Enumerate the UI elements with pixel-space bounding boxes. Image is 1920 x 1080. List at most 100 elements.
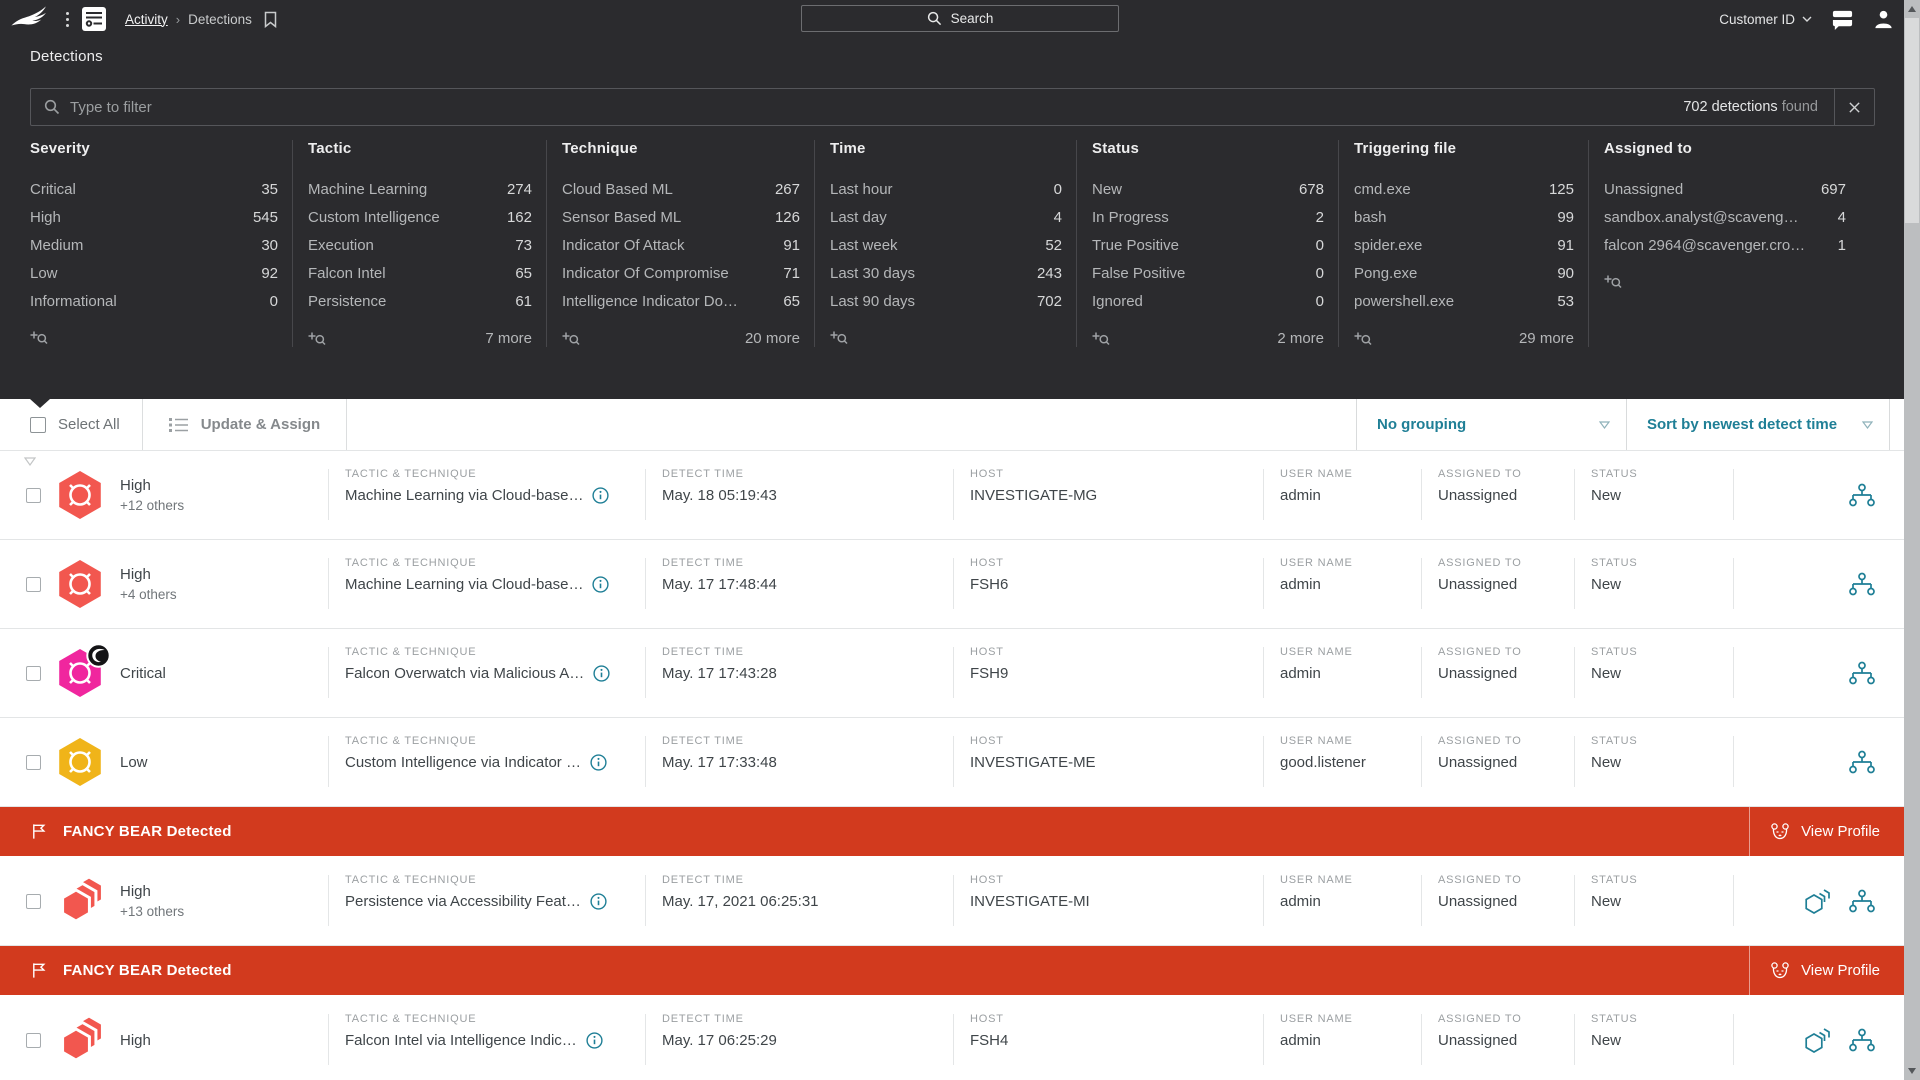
row-checkbox[interactable] <box>26 1032 41 1048</box>
add-filter-icon[interactable] <box>1354 331 1372 347</box>
add-filter-icon[interactable] <box>1092 331 1110 347</box>
facet-item[interactable]: False Positive 0 <box>1092 259 1324 287</box>
grouping-dropdown[interactable]: No grouping <box>1356 399 1626 450</box>
facet-item[interactable]: Machine Learning 274 <box>308 175 532 203</box>
filter-input[interactable]: Type to filter 702 detections found <box>30 88 1875 126</box>
row-checkbox[interactable] <box>26 665 41 681</box>
global-search[interactable]: Search <box>801 5 1119 32</box>
page-scrollbar[interactable] <box>1904 0 1920 1080</box>
select-all-control[interactable]: Select All <box>0 399 142 450</box>
facet-item[interactable]: New 678 <box>1092 175 1324 203</box>
facet-item[interactable]: Intelligence Indicator Do… 65 <box>562 287 800 315</box>
facet-item[interactable]: Cloud Based ML 267 <box>562 175 800 203</box>
scroll-up-arrow[interactable] <box>1907 6 1916 12</box>
process-tree-icon[interactable] <box>1848 572 1876 596</box>
facet-item[interactable]: sandbox.analyst@scaveng… 4 <box>1604 203 1846 231</box>
detection-row[interactable]: High TACTIC & TECHNIQUE Falcon Intel via… <box>0 996 1904 1080</box>
facet-more-link[interactable]: 29 more <box>1519 330 1574 347</box>
facet-item[interactable]: Informational 0 <box>30 287 278 315</box>
add-filter-icon[interactable] <box>1604 274 1622 290</box>
facet-more-link[interactable]: 2 more <box>1277 330 1324 347</box>
facet-more-link[interactable]: 7 more <box>485 330 532 347</box>
customer-id-dropdown[interactable]: Customer ID <box>1719 12 1812 27</box>
process-tree-icon[interactable] <box>1848 483 1876 507</box>
info-icon[interactable] <box>590 893 607 910</box>
add-filter-icon[interactable] <box>830 330 848 346</box>
update-assign-button[interactable]: Update & Assign <box>143 399 346 450</box>
full-detection-details-icon[interactable] <box>1803 1027 1833 1054</box>
row-checkbox[interactable] <box>26 754 41 770</box>
add-filter-icon[interactable] <box>308 331 326 347</box>
select-all-checkbox[interactable] <box>30 416 46 433</box>
detection-row[interactable]: High +12 others TACTIC & TECHNIQUE Machi… <box>0 451 1904 540</box>
detection-row[interactable]: High +4 others TACTIC & TECHNIQUE Machin… <box>0 540 1904 629</box>
facet-item[interactable]: Indicator Of Compromise 71 <box>562 259 800 287</box>
process-tree-icon[interactable] <box>1848 750 1876 774</box>
clear-filter-button[interactable] <box>1834 89 1874 125</box>
facet-item[interactable]: Last day 4 <box>830 203 1062 231</box>
facet-item[interactable]: Ignored 0 <box>1092 287 1324 315</box>
row-checkbox[interactable] <box>26 576 41 592</box>
facet-item[interactable]: Unassigned 697 <box>1604 175 1846 203</box>
facet-item[interactable]: Medium 30 <box>30 231 278 259</box>
select-all-label: Select All <box>58 416 120 433</box>
crowdstrike-falcon-logo[interactable] <box>10 5 52 33</box>
add-filter-icon[interactable] <box>562 331 580 347</box>
bookmark-icon[interactable] <box>264 11 277 28</box>
detection-row[interactable]: High +13 others TACTIC & TECHNIQUE Persi… <box>0 857 1904 946</box>
info-icon[interactable] <box>590 754 607 771</box>
adversary-banner: FANCY BEAR Detected View Profile <box>0 946 1904 996</box>
facet-item[interactable]: powershell.exe 53 <box>1354 287 1574 315</box>
column-label-assigned: ASSIGNED TO <box>1438 646 1522 658</box>
sort-dropdown[interactable]: Sort by newest detect time <box>1626 399 1890 450</box>
user-profile-icon[interactable] <box>1873 9 1894 30</box>
full-detection-details-icon[interactable] <box>1803 888 1833 915</box>
facet-item[interactable]: spider.exe 91 <box>1354 231 1574 259</box>
app-menu-icon[interactable] <box>66 11 69 27</box>
facet-item-count: 162 <box>506 208 532 226</box>
row-checkbox[interactable] <box>26 893 41 909</box>
facet-item[interactable]: Last 30 days 243 <box>830 259 1062 287</box>
tactic-technique-value: Persistence via Accessibility Feat… <box>345 893 581 910</box>
facet-item[interactable]: Custom Intelligence 162 <box>308 203 532 231</box>
facet-item[interactable]: Last week 52 <box>830 231 1062 259</box>
facet-item[interactable]: bash 99 <box>1354 203 1574 231</box>
process-tree-icon[interactable] <box>1848 661 1876 685</box>
facet-item[interactable]: Execution 73 <box>308 231 532 259</box>
facet-more-link[interactable]: 20 more <box>745 330 800 347</box>
process-tree-icon[interactable] <box>1848 1028 1876 1052</box>
scroll-down-arrow[interactable] <box>1907 1068 1916 1074</box>
facet-item[interactable]: Pong.exe 90 <box>1354 259 1574 287</box>
info-icon[interactable] <box>593 665 610 682</box>
notifications-icon[interactable] <box>1830 8 1855 31</box>
breadcrumb-activity-link[interactable]: Activity <box>125 12 168 27</box>
facet-item[interactable]: cmd.exe 125 <box>1354 175 1574 203</box>
add-filter-icon[interactable] <box>30 330 48 346</box>
row-checkbox[interactable] <box>26 487 41 503</box>
facet-item[interactable]: Low 92 <box>30 259 278 287</box>
facet-item-count: 126 <box>774 208 800 226</box>
info-icon[interactable] <box>592 576 610 593</box>
search-icon <box>927 11 942 26</box>
activity-app-icon[interactable] <box>81 6 107 32</box>
facet-item[interactable]: Persistence 61 <box>308 287 532 315</box>
facet-item[interactable]: falcon 2964@scavenger.cro… 1 <box>1604 231 1846 259</box>
info-icon[interactable] <box>592 487 610 504</box>
detection-row[interactable]: Low TACTIC & TECHNIQUE Custom Intelligen… <box>0 718 1904 807</box>
facet-item[interactable]: In Progress 2 <box>1092 203 1324 231</box>
view-profile-button[interactable]: View Profile <box>1749 807 1904 856</box>
info-icon[interactable] <box>586 1032 603 1049</box>
facet-item[interactable]: True Positive 0 <box>1092 231 1324 259</box>
facet-item[interactable]: Last 90 days 702 <box>830 287 1062 315</box>
process-tree-icon[interactable] <box>1848 889 1876 913</box>
detections-list: High +12 others TACTIC & TECHNIQUE Machi… <box>0 451 1904 1080</box>
facet-item[interactable]: Sensor Based ML 126 <box>562 203 800 231</box>
facet-item[interactable]: Critical 35 <box>30 175 278 203</box>
scrollbar-thumb[interactable] <box>1905 18 1919 223</box>
detection-row[interactable]: Critical TACTIC & TECHNIQUE Falcon Overw… <box>0 629 1904 718</box>
facet-item[interactable]: Indicator Of Attack 91 <box>562 231 800 259</box>
view-profile-button[interactable]: View Profile <box>1749 946 1904 995</box>
facet-item[interactable]: Last hour 0 <box>830 175 1062 203</box>
facet-item[interactable]: Falcon Intel 65 <box>308 259 532 287</box>
facet-item[interactable]: High 545 <box>30 203 278 231</box>
